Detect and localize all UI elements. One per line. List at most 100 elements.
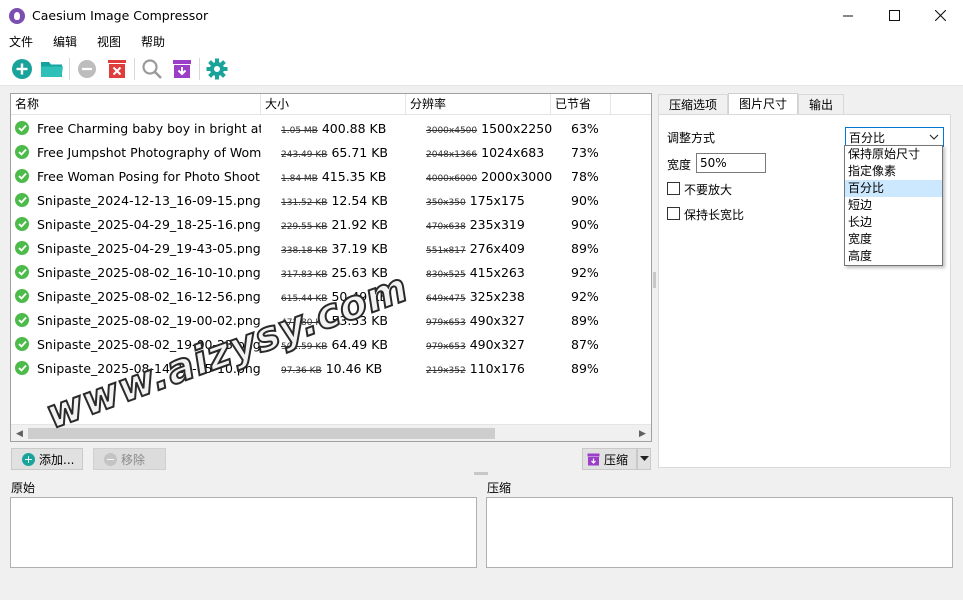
- option-height[interactable]: 高度: [845, 248, 942, 265]
- resolution-cell: 219x352 110x176: [406, 361, 551, 376]
- option-pixels[interactable]: 指定像素: [845, 163, 942, 180]
- file-name: Snipaste_2025-08-02_16-10-10.png: [37, 264, 261, 280]
- file-name: Free Charming baby boy in bright attire: [37, 120, 261, 136]
- file-name: Free Jumpshot Photography of Woman: [37, 144, 261, 160]
- original-resolution: 979x653: [426, 341, 466, 352]
- maximize-button[interactable]: [871, 0, 917, 31]
- compressed-size: 12.54 KB: [331, 192, 388, 208]
- vertical-splitter[interactable]: [653, 272, 656, 288]
- compressed-size: 37.19 KB: [331, 240, 388, 256]
- preview-button[interactable]: [137, 55, 167, 83]
- tab-output[interactable]: 输出: [798, 94, 845, 115]
- original-preview-pane: [10, 497, 477, 568]
- table-row[interactable]: Snipaste_2025-08-02_19-00-23.png 501.59 …: [11, 332, 651, 356]
- resolution-cell: 470x638 235x319: [406, 217, 551, 232]
- maximize-icon: [888, 10, 900, 21]
- menu-edit[interactable]: 编辑: [43, 31, 87, 53]
- original-resolution: 979x653: [426, 317, 466, 328]
- original-size: 472.80 KB: [281, 317, 328, 328]
- minimize-button[interactable]: [825, 0, 871, 31]
- option-short-edge[interactable]: 短边: [845, 197, 942, 214]
- resize-mode-dropdown: 保持原始尺寸 指定像素 百分比 短边 长边 宽度 高度: [844, 145, 943, 266]
- resize-mode-label: 调整方式: [667, 131, 716, 145]
- original-resolution: 350x350: [426, 197, 466, 208]
- close-button[interactable]: [917, 0, 963, 31]
- table-row[interactable]: Snipaste_2024-12-13_16-09-15.png 131.52 …: [11, 188, 651, 212]
- original-preview-label: 原始: [11, 481, 36, 495]
- original-resolution: 2048x1366: [426, 149, 478, 160]
- resolution-cell: 3000x4500 1500x2250: [406, 121, 552, 136]
- option-width[interactable]: 宽度: [845, 231, 942, 248]
- original-size: 131.52 KB: [281, 197, 328, 208]
- tab-compression-options[interactable]: 压缩选项: [658, 94, 729, 115]
- menu-file[interactable]: 文件: [0, 31, 43, 53]
- keep-ratio-label: 保持长宽比: [684, 208, 745, 222]
- compress-button[interactable]: 压缩: [582, 448, 637, 470]
- horizontal-scrollbar[interactable]: ◀ ▶: [11, 424, 651, 441]
- width-percent-input[interactable]: 50%: [696, 153, 766, 173]
- saved-percent: 89%: [571, 240, 599, 256]
- menu-view[interactable]: 视图: [87, 31, 131, 53]
- table-row[interactable]: Snipaste_2025-08-02_16-12-56.png 615.44 …: [11, 284, 651, 308]
- column-header-resolution[interactable]: 分辨率: [406, 94, 551, 115]
- table-row[interactable]: Free Jumpshot Photography of Woman 243.4…: [11, 140, 651, 164]
- check-icon: [15, 217, 29, 231]
- resolution-cell: 4000x6000 2000x3000: [406, 169, 552, 184]
- compressed-resolution: 490x327: [469, 336, 525, 352]
- table-row[interactable]: Snipaste_2025-04-29_19-43-05.png 338.18 …: [11, 236, 651, 260]
- compress-toolbar-button[interactable]: [167, 55, 197, 83]
- table-row[interactable]: Free Woman Posing for Photo Shoot S 1.84…: [11, 164, 651, 188]
- resolution-cell: 830x525 415x263: [406, 265, 551, 280]
- menu-help[interactable]: 帮助: [131, 31, 175, 53]
- check-icon: [15, 313, 29, 327]
- table-row[interactable]: Free Charming baby boy in bright attire …: [11, 116, 651, 140]
- horizontal-splitter[interactable]: [474, 472, 488, 475]
- table-row[interactable]: Snipaste_2025-08-02_19-00-02.png 472.80 …: [11, 308, 651, 332]
- compressed-resolution: 110x176: [469, 360, 525, 376]
- compressed-resolution: 415x263: [469, 264, 525, 280]
- option-long-edge[interactable]: 长边: [845, 214, 942, 231]
- file-list[interactable]: ^ 名称 大小 分辨率 已节省 Free Charming baby boy i…: [10, 93, 652, 442]
- saved-percent: 78%: [571, 168, 599, 184]
- original-resolution: 470x638: [426, 221, 466, 232]
- saved-percent: 92%: [571, 288, 599, 304]
- remove-button[interactable]: [72, 55, 102, 83]
- table-row[interactable]: Snipaste_2025-04-29_18-25-16.png 229.55 …: [11, 212, 651, 236]
- original-size: 1.05 MB: [281, 125, 318, 136]
- original-resolution: 4000x6000: [426, 173, 478, 184]
- open-folder-button[interactable]: [37, 55, 67, 83]
- original-size: 317.83 KB: [281, 269, 328, 280]
- no-enlarge-checkbox[interactable]: [667, 182, 680, 195]
- table-row[interactable]: Snipaste_2025-08-02_16-10-10.png 317.83 …: [11, 260, 651, 284]
- settings-button[interactable]: [202, 55, 232, 83]
- keep-ratio-checkbox[interactable]: [667, 207, 680, 220]
- add-files-button[interactable]: [7, 55, 37, 83]
- file-name-cell: Snipaste_2025-08-02_19-00-02.png: [11, 313, 261, 328]
- check-icon: [15, 121, 29, 135]
- add-button[interactable]: + 添加...: [11, 448, 83, 470]
- file-name: Snipaste_2025-04-29_19-43-05.png: [37, 240, 261, 256]
- scroll-right-icon[interactable]: ▶: [634, 425, 651, 441]
- table-row[interactable]: Snipaste_2025-08-14_16-05-10.png 97.36 K…: [11, 356, 651, 380]
- original-size: 97.36 KB: [281, 365, 322, 376]
- remove-button-label: 移除: [121, 452, 146, 467]
- column-header-saved[interactable]: 已节省: [551, 94, 611, 115]
- saved-percent: 89%: [571, 312, 599, 328]
- option-percentage[interactable]: 百分比: [845, 180, 942, 197]
- file-name: Snipaste_2025-08-02_19-00-02.png: [37, 312, 261, 328]
- scrollbar-thumb[interactable]: [28, 428, 495, 439]
- clear-list-button[interactable]: [102, 55, 132, 83]
- compressed-size: 415.35 KB: [321, 168, 387, 184]
- remove-button[interactable]: − 移除: [93, 448, 166, 470]
- size-cell: 338.18 KB 37.19 KB: [261, 241, 406, 256]
- resize-mode-select[interactable]: 百分比: [845, 127, 944, 147]
- file-name-cell: Snipaste_2025-04-29_19-43-05.png: [11, 241, 261, 256]
- compress-dropdown-button[interactable]: [637, 448, 651, 470]
- size-cell: 1.84 MB 415.35 KB: [261, 169, 406, 184]
- column-header-size[interactable]: 大小: [261, 94, 406, 115]
- compressed-size: 53.53 KB: [331, 312, 388, 328]
- scroll-left-icon[interactable]: ◀: [11, 425, 28, 441]
- tab-image-size[interactable]: 图片尺寸: [728, 93, 799, 115]
- add-button-label: 添加...: [39, 452, 75, 467]
- option-keep-original[interactable]: 保持原始尺寸: [845, 146, 942, 163]
